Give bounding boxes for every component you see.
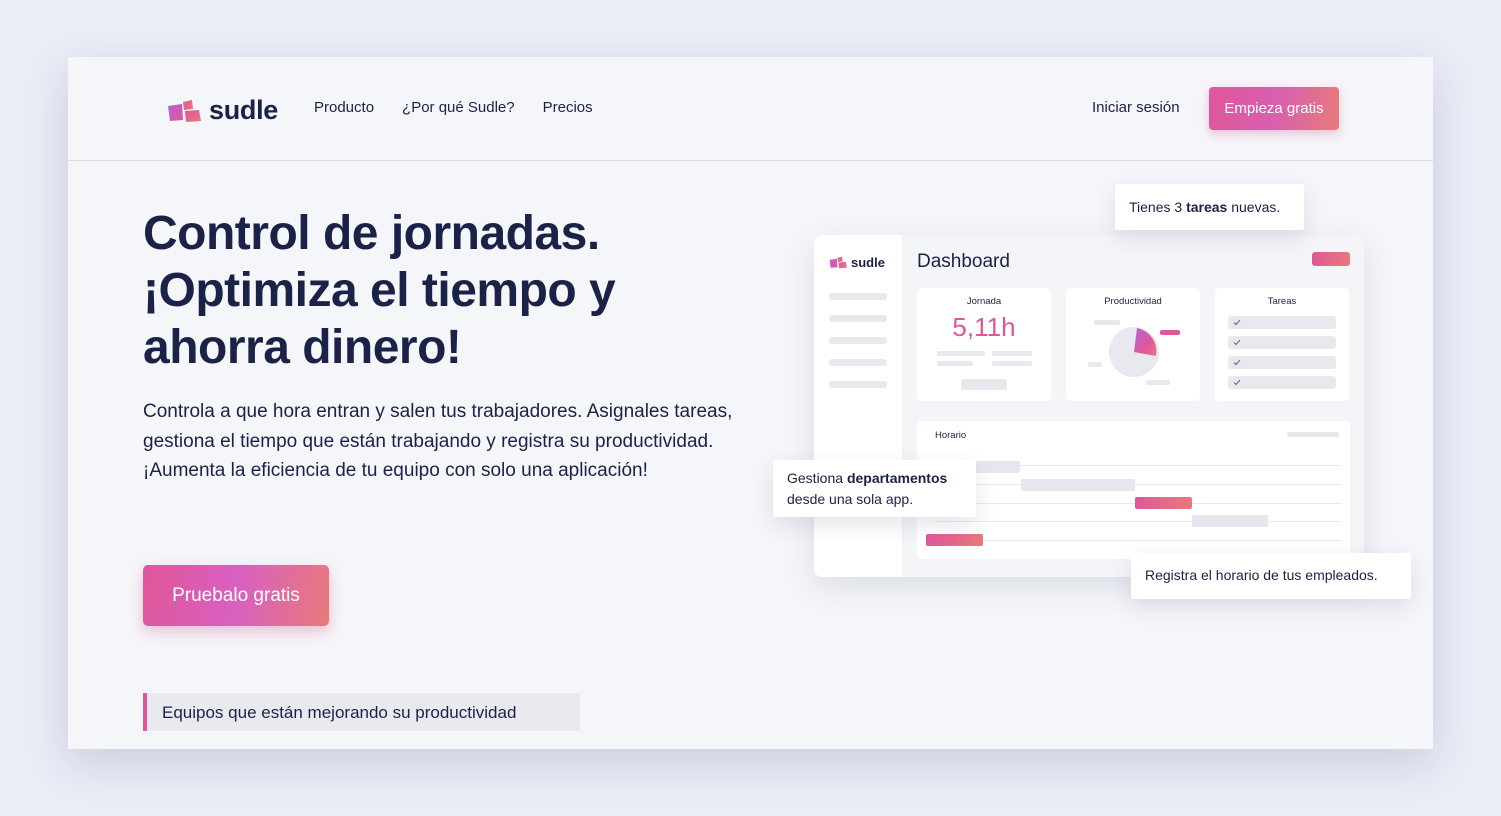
productividad-label: Productividad [1104, 296, 1162, 307]
teams-label: Equipos que están mejorando su productiv… [162, 703, 517, 722]
pie-chart-icon [1109, 327, 1159, 377]
sudle-logo-icon [168, 99, 201, 122]
hero-description: Controla a que hora entran y salen tus t… [143, 401, 733, 481]
note-bold-text: departamentos [846, 470, 948, 486]
schedule-gridline [935, 540, 1341, 541]
dashboard-sidebar: sudle [814, 235, 903, 577]
placeholder-bar [992, 361, 1032, 366]
sidebar-placeholder [829, 315, 887, 322]
sudle-logo-icon [829, 256, 847, 269]
nav-por-que-sudle[interactable]: ¿Por qué Sudle? [402, 99, 515, 116]
start-free-button[interactable]: Empieza gratis [1209, 87, 1339, 130]
dashboard-title: Dashboard [917, 251, 1010, 272]
dashboard-logo: sudle [829, 255, 885, 270]
nav-producto[interactable]: Producto [314, 99, 374, 116]
departments-note: Gestiona departamentos desde una sola ap… [773, 460, 976, 517]
check-icon [1233, 339, 1241, 346]
schedule-gridline [935, 484, 1341, 485]
nav-precios[interactable]: Precios [543, 99, 593, 116]
task-item [1228, 376, 1336, 389]
sidebar-placeholder [829, 359, 887, 366]
schedule-panel: Horario [917, 421, 1350, 559]
note-text: Tienes 3 [1129, 199, 1187, 215]
dashboard-brand: sudle [851, 255, 885, 270]
task-item [1228, 336, 1336, 349]
hero-title-line: ¡Optimiza el tiempo y [143, 264, 616, 317]
dashboard-main: Dashboard Jornada 5,11h Productividad Ta… [903, 235, 1364, 577]
note-bold-text: tareas [1186, 199, 1228, 215]
tareas-label: Tareas [1267, 296, 1297, 307]
schedule-block [1192, 515, 1268, 527]
note-text: Registra el horario de tus empleados. [1145, 567, 1378, 583]
jornada-label: Jornada [966, 296, 1002, 307]
schedule-note: Registra el horario de tus empleados. [1131, 553, 1411, 599]
landing-page: sudle Producto ¿Por qué Sudle? Precios I… [68, 57, 1433, 749]
placeholder-bar [937, 351, 985, 356]
hero-title: Control de jornadas. ¡Optimiza el tiempo… [143, 205, 763, 376]
brand-name: sudle [209, 95, 279, 125]
teams-banner: Equipos que están mejorando su productiv… [143, 693, 580, 731]
jornada-value: 5,11h [952, 312, 1016, 342]
main-nav: Producto ¿Por qué Sudle? Precios [314, 99, 593, 116]
sidebar-placeholder [829, 293, 887, 300]
placeholder-bar [961, 379, 1007, 390]
placeholder-bar [1088, 362, 1102, 367]
note-text: Gestiona [787, 470, 847, 486]
productividad-card: Productividad [1066, 288, 1200, 401]
schedule-block-highlight [926, 534, 983, 546]
brand-logo[interactable]: sudle [167, 95, 278, 126]
placeholder-bar [992, 351, 1032, 356]
tareas-card: Tareas [1215, 288, 1349, 401]
check-icon [1233, 359, 1241, 366]
new-tasks-note: Tienes 3 tareas nuevas. [1115, 184, 1304, 230]
schedule-block [1021, 479, 1135, 491]
hero-title-line: ahorra dinero! [143, 321, 462, 374]
site-header: sudle Producto ¿Por qué Sudle? Precios I… [68, 57, 1433, 161]
schedule-gridline [935, 521, 1341, 522]
sidebar-placeholder [829, 337, 887, 344]
try-free-button[interactable]: Pruebalo gratis [143, 565, 329, 626]
check-icon [1233, 319, 1241, 326]
jornada-card: Jornada 5,11h [917, 288, 1051, 401]
schedule-block-highlight [1135, 497, 1192, 509]
placeholder-bar [1146, 380, 1170, 385]
task-item [1228, 316, 1336, 329]
check-icon [1233, 379, 1241, 386]
schedule-label: Horario [935, 430, 967, 441]
dashboard-pill [1312, 252, 1350, 266]
dashboard-preview: sudle Dashboard Jornada 5,11h Productivi… [814, 235, 1364, 577]
login-link[interactable]: Iniciar sesión [1092, 99, 1180, 116]
hero-title-line: Control de jornadas. [143, 207, 600, 260]
task-item [1228, 356, 1336, 369]
placeholder-bar [937, 361, 973, 366]
note-text: nuevas. [1227, 199, 1281, 215]
placeholder-bar [1287, 432, 1339, 437]
sidebar-placeholder [829, 381, 887, 388]
note-text: desde una sola app. [787, 491, 914, 507]
accent-bar [1160, 330, 1180, 335]
